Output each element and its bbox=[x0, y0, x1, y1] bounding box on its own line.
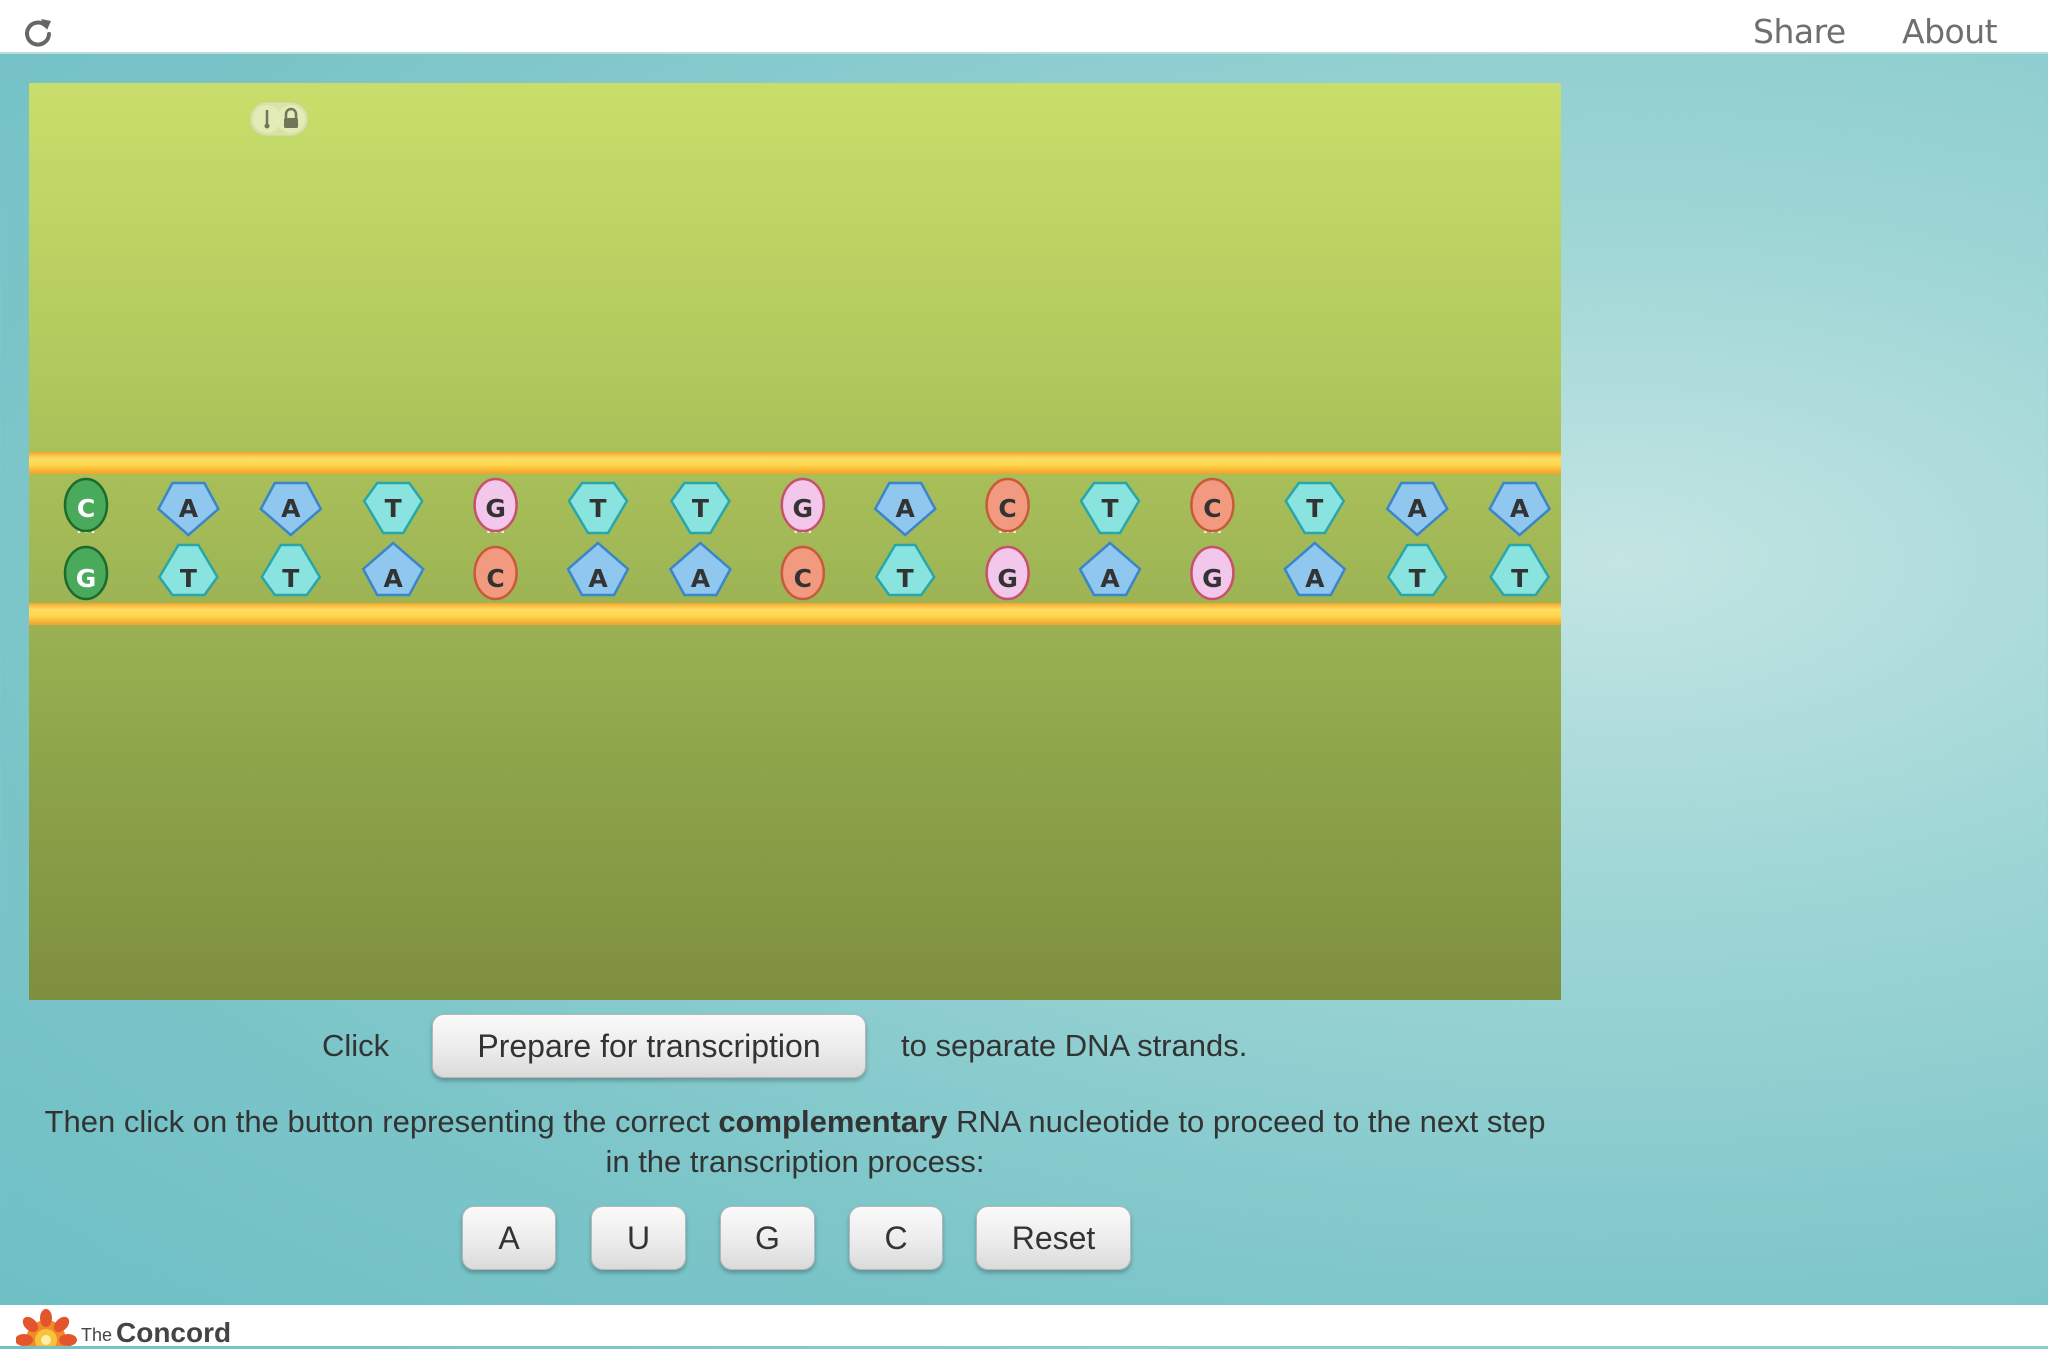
prepare-transcription-button[interactable]: Prepare for transcription bbox=[432, 1014, 866, 1078]
nucleotide-top-label: A bbox=[281, 494, 301, 523]
nucleotide-bottom-label: A bbox=[1100, 564, 1120, 593]
reset-button[interactable]: Reset bbox=[976, 1206, 1131, 1270]
dna-double-helix: CGATATTAGCTATAGCATCGTACGTAATAT bbox=[63, 477, 1552, 601]
footer: The Concord bbox=[0, 1305, 2048, 1348]
nucleotide-top-label: A bbox=[1510, 494, 1530, 523]
reload-icon[interactable] bbox=[22, 17, 54, 49]
nucleotide-bottom-label: G bbox=[997, 564, 1018, 593]
simulation-canvas: CGATATTAGCTATAGCATCGTACGTAATAT bbox=[29, 83, 1561, 1000]
top-bar: Share About bbox=[0, 0, 2048, 54]
nucleotide-top-label: A bbox=[179, 494, 199, 523]
base-pair: AT bbox=[156, 481, 220, 597]
base-pair: TA bbox=[361, 481, 425, 597]
base-pair: AT bbox=[1488, 481, 1552, 597]
nucleotide-top-label: T bbox=[385, 494, 402, 523]
base-pair: CG bbox=[985, 477, 1030, 601]
nucleotide-bottom-label: A bbox=[588, 564, 608, 593]
instruction-part-1: Then click on the button representing th… bbox=[44, 1104, 719, 1139]
nucleotide-bottom-label: T bbox=[282, 564, 299, 593]
footer-concord-text: Concord bbox=[116, 1317, 232, 1348]
base-pair: AT bbox=[1385, 481, 1449, 597]
nucleotide-bottom-label: A bbox=[384, 564, 404, 593]
base-pair: GC bbox=[780, 477, 826, 601]
base-pair: AT bbox=[873, 481, 937, 597]
nucleotide-top-label: C bbox=[77, 494, 95, 523]
nucleotide-button-g[interactable]: G bbox=[720, 1206, 815, 1270]
nucleotide-bottom-label: C bbox=[486, 564, 504, 593]
instruction-text: Then click on the button representing th… bbox=[40, 1102, 1550, 1182]
base-pair: TA bbox=[1283, 481, 1347, 597]
separate-strands-text: to separate DNA strands. bbox=[901, 1028, 1248, 1063]
about-link[interactable]: About bbox=[1902, 12, 1998, 51]
base-pair: GC bbox=[473, 477, 518, 601]
base-pair: AT bbox=[259, 481, 323, 597]
nucleotide-bottom-label: A bbox=[1305, 564, 1325, 593]
control-panel: Click Prepare for transcription to separ… bbox=[0, 1000, 1561, 1300]
share-link[interactable]: Share bbox=[1753, 12, 1846, 51]
nucleotide-top-label: G bbox=[485, 494, 506, 523]
nucleotide-top-label: C bbox=[1203, 494, 1221, 523]
nucleotide-bottom-label: T bbox=[180, 564, 197, 593]
nucleotide-top-label: T bbox=[1306, 494, 1323, 523]
nucleotide-bottom-label: G bbox=[76, 564, 97, 593]
base-pair: TA bbox=[668, 481, 732, 597]
nucleotide-button-c[interactable]: C bbox=[849, 1206, 943, 1270]
nucleotide-top-label: T bbox=[1101, 494, 1118, 523]
nucleotide-button-a[interactable]: A bbox=[462, 1206, 556, 1270]
nucleotide-top-label: T bbox=[589, 494, 606, 523]
nucleotide-bottom-label: A bbox=[691, 564, 711, 593]
base-pair: CG bbox=[1190, 477, 1235, 601]
base-pair: TA bbox=[1078, 481, 1142, 597]
base-pair: TA bbox=[566, 481, 630, 597]
nucleotide-top-label: A bbox=[896, 494, 916, 523]
instruction-bold: complementary bbox=[718, 1104, 948, 1139]
base-pair: CG bbox=[63, 477, 109, 601]
nucleotide-top-label: T bbox=[692, 494, 709, 523]
nucleotide-bottom-label: C bbox=[794, 564, 812, 593]
nucleotide-top-label: C bbox=[998, 494, 1016, 523]
nucleotide-bottom-label: T bbox=[1511, 564, 1528, 593]
nucleotide-bottom-label: T bbox=[1409, 564, 1426, 593]
nucleotide-bottom-label: T bbox=[897, 564, 914, 593]
click-label: Click bbox=[322, 1028, 390, 1063]
nucleotide-bottom-label: G bbox=[1202, 564, 1223, 593]
nucleotide-button-u[interactable]: U bbox=[591, 1206, 686, 1270]
nucleotide-top-label: G bbox=[793, 494, 814, 523]
concord-logo-icon bbox=[16, 1309, 77, 1346]
nucleotide-top-label: A bbox=[1408, 494, 1428, 523]
footer-the-text: The bbox=[81, 1325, 113, 1345]
